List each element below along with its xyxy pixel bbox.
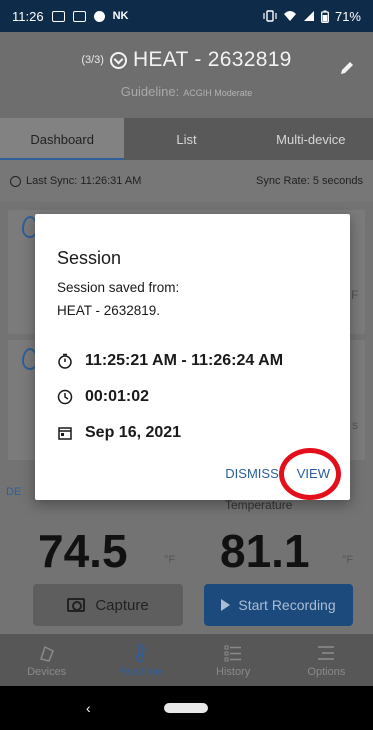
session-count: (3/3)	[81, 54, 104, 66]
highlight-circle	[279, 448, 341, 500]
nav-history-label: History	[216, 665, 251, 678]
guideline: Guideline: ACGIH Moderate	[0, 84, 373, 99]
tab-list[interactable]: List	[124, 118, 248, 160]
nk-icon: NK	[112, 10, 129, 22]
card-unit-peek: F	[351, 288, 359, 302]
start-recording-button[interactable]: Start Recording	[204, 584, 353, 626]
tab-bar: Dashboard List Multi-device	[0, 118, 373, 160]
nav-realtime[interactable]: Realtime	[93, 634, 186, 686]
dialog-duration: 00:01:02	[85, 388, 150, 405]
thermometer-icon	[135, 643, 146, 662]
calendar-icon	[58, 427, 72, 440]
sync-rate: Sync Rate: 5 seconds	[255, 175, 363, 187]
pencil-icon[interactable]	[339, 60, 355, 76]
dialog-time-range: 11:25:21 AM - 11:26:24 AM	[85, 352, 284, 369]
wifi-icon	[283, 11, 296, 21]
clock-icon	[57, 389, 73, 405]
temperature-value: 81.1	[220, 525, 310, 577]
dialog-title: Session	[57, 248, 122, 268]
temperature-label: Temperature	[225, 498, 293, 512]
circle-icon	[93, 10, 105, 22]
dialog-message-line1: Session saved from:	[57, 280, 180, 295]
clock-icon	[10, 175, 21, 187]
capture-button[interactable]: Capture	[33, 584, 183, 626]
system-nav-bar: ‹	[0, 686, 373, 730]
capture-label: Capture	[95, 596, 149, 614]
nav-realtime-label: Realtime	[118, 665, 162, 678]
back-icon[interactable]: ‹	[86, 700, 91, 716]
chat-icon	[51, 10, 65, 22]
dialog-date-row: Sep 16, 2021	[57, 424, 181, 442]
last-sync: Last Sync: 11:26:31 AM	[26, 175, 142, 187]
chevron-down-circle-icon[interactable]	[109, 51, 127, 69]
device-title[interactable]: HEAT - 2632819	[133, 48, 292, 72]
card-unit-peek: s	[352, 418, 358, 432]
battery-icon	[321, 10, 329, 23]
dialog-duration-row: 00:01:02	[57, 388, 149, 406]
dew-point-label: DE	[6, 486, 22, 498]
bottom-nav: Devices Realtime History Options	[0, 634, 373, 686]
status-bar: 11:26 NK 71%	[0, 0, 373, 32]
nav-devices-label: Devices	[27, 665, 67, 678]
tab-dashboard[interactable]: Dashboard	[0, 118, 125, 160]
news-icon	[72, 10, 86, 22]
dismiss-button[interactable]: DISMISS	[225, 466, 278, 481]
home-pill[interactable]	[164, 703, 208, 713]
camera-icon	[67, 598, 86, 612]
dialog-message-line2: HEAT - 2632819.	[57, 303, 161, 318]
dew-point-unit: °F	[164, 554, 176, 566]
app-header: (3/3) HEAT - 2632819 Guideline: ACGIH Mod…	[0, 32, 373, 118]
temperature-unit: °F	[342, 554, 354, 566]
devices-icon	[39, 645, 54, 662]
guideline-label: Guideline:	[120, 84, 180, 99]
signal-icon	[303, 11, 314, 21]
battery-level: 71%	[334, 8, 361, 24]
nav-options-label: Options	[307, 665, 346, 678]
list-icon	[224, 645, 242, 661]
nav-devices[interactable]: Devices	[0, 634, 93, 686]
nav-history[interactable]: History	[187, 634, 280, 686]
nav-options[interactable]: Options	[280, 634, 373, 686]
start-recording-label: Start Recording	[238, 597, 336, 613]
sync-bar: Last Sync: 11:26:31 AM Sync Rate: 5 seco…	[0, 160, 373, 202]
status-time: 11:26	[12, 8, 44, 24]
dew-point-value: 74.5	[38, 525, 128, 577]
dialog-time-range-row: 11:25:21 AM - 11:26:24 AM	[57, 352, 283, 370]
options-icon	[318, 645, 335, 660]
timer-icon	[58, 353, 72, 369]
play-icon	[221, 599, 231, 611]
guideline-value: ACGIH Moderate	[183, 88, 253, 98]
dialog-date: Sep 16, 2021	[85, 424, 182, 441]
tab-multi-device[interactable]: Multi-device	[249, 118, 373, 160]
vibrate-icon	[263, 10, 277, 22]
